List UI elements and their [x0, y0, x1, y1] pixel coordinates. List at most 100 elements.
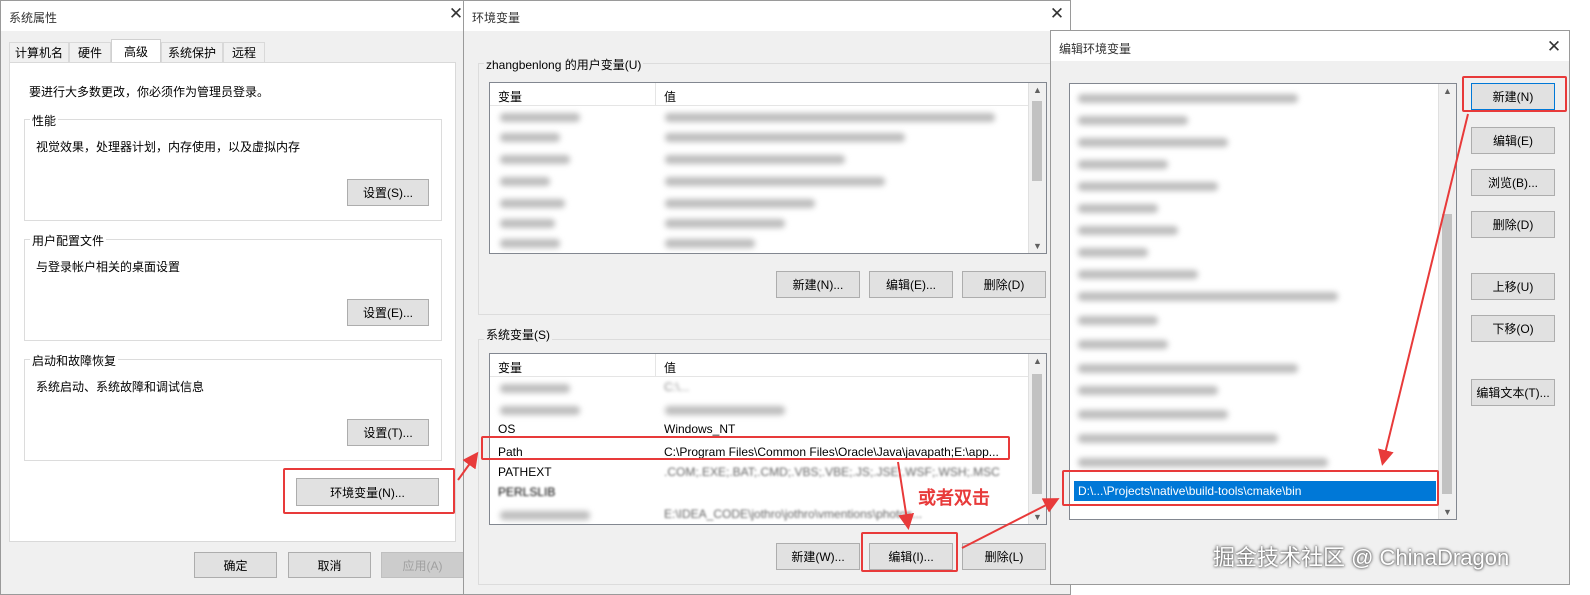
button-label: 应用(A) [402, 558, 443, 573]
annotation-box-new-path [1062, 470, 1439, 506]
scroll-thumb[interactable] [1442, 214, 1452, 494]
user-new-button[interactable]: 新建(N)... [776, 271, 860, 298]
apply-button: 应用(A) [381, 552, 464, 578]
watermark: 掘金技术社区 @ ChinaDragon [1213, 545, 1510, 570]
move-down-button[interactable]: 下移(O) [1471, 315, 1555, 342]
list-header: 变量 值 [490, 354, 1028, 377]
annotation-double-click: 或者双击 [918, 488, 990, 508]
user-variables-label: zhangbenlong 的用户变量(U) [484, 56, 644, 73]
tab-computer-name[interactable]: 计算机名 [9, 42, 69, 62]
tab-label: 高级 [123, 45, 148, 59]
startup-settings-button[interactable]: 设置(T)... [347, 419, 429, 446]
scroll-down-icon[interactable]: ▼ [1029, 512, 1046, 522]
list-header: 变量 值 [490, 83, 1028, 106]
button-label: 设置(E)... [363, 306, 413, 320]
button-label: 新建(W)... [791, 550, 845, 564]
admin-note: 要进行大多数更改，你必须作为管理员登录。 [29, 85, 270, 99]
blurred-row [500, 177, 550, 186]
scroll-down-icon[interactable]: ▼ [1439, 507, 1456, 517]
blurred-row [1078, 316, 1158, 325]
tab-hardware[interactable]: 硬件 [69, 42, 111, 62]
performance-settings-button[interactable]: 设置(S)... [347, 179, 429, 206]
column-value[interactable]: 值 [664, 359, 676, 376]
window-title: 环境变量 [472, 11, 521, 25]
user-delete-button[interactable]: 删除(D) [962, 271, 1046, 298]
blurred-row [665, 113, 995, 122]
blurred-row [1078, 364, 1298, 373]
table-cell-value: Windows_NT [664, 422, 736, 436]
blurred-row [1078, 226, 1178, 235]
column-value[interactable]: 值 [664, 88, 676, 105]
tab-system-protection[interactable]: 系统保护 [161, 42, 223, 62]
blurred-row [1078, 94, 1298, 103]
button-label: 取消 [317, 558, 342, 573]
window-title: 系统属性 [9, 11, 58, 25]
column-variable[interactable]: 变量 [498, 359, 522, 376]
scroll-up-icon[interactable]: ▲ [1439, 86, 1456, 96]
tab-label: 硬件 [77, 46, 102, 60]
blurred-row [1078, 248, 1148, 257]
blurred-row [665, 155, 845, 164]
blurred-row [500, 511, 590, 520]
user-edit-button[interactable]: 编辑(E)... [869, 271, 953, 298]
annotation-box-env-button [283, 468, 455, 514]
column-variable[interactable]: 变量 [498, 88, 522, 105]
tab-advanced[interactable]: 高级 [111, 39, 161, 63]
user-profile-settings-button[interactable]: 设置(E)... [347, 299, 429, 326]
scroll-down-icon[interactable]: ▼ [1029, 241, 1046, 251]
button-label: 删除(L) [984, 550, 1024, 564]
blurred-row [1078, 204, 1158, 213]
system-new-button[interactable]: 新建(W)... [776, 543, 860, 570]
blurred-row [500, 155, 570, 164]
button-label: 编辑(E)... [886, 278, 936, 292]
blurred-row [1078, 292, 1338, 301]
ok-button[interactable]: 确定 [194, 552, 277, 578]
table-cell-variable: OS [498, 422, 516, 436]
user-variables-list[interactable]: 变量 值 ▲ ▼ [489, 82, 1047, 254]
blurred-row [500, 199, 565, 208]
edit-text-button[interactable]: 编辑文本(T)... [1471, 379, 1555, 406]
blurred-row [665, 219, 785, 228]
table-cell-variable: PERLSLIB [498, 485, 556, 499]
annotation-box-path-row [481, 436, 1010, 460]
blurred-row [1078, 434, 1278, 443]
button-label: 删除(D) [1492, 218, 1534, 232]
scroll-thumb[interactable] [1032, 101, 1042, 181]
vertical-scrollbar[interactable]: ▲ ▼ [1028, 354, 1046, 524]
blurred-row [1078, 410, 1228, 419]
titlebar: 编辑环境变量 ✕ [1051, 31, 1569, 61]
button-label: 编辑(E) [1493, 134, 1533, 148]
blurred-row [500, 133, 560, 142]
blurred-row [665, 406, 785, 415]
vertical-scrollbar[interactable]: ▲ ▼ [1028, 83, 1046, 253]
close-icon[interactable]: ✕ [1546, 38, 1562, 55]
system-delete-button[interactable]: 删除(L) [962, 543, 1046, 570]
table-cell-value: E:\IDEA_CODE\jothro\jothro\vmentions\pho… [664, 507, 923, 521]
close-icon[interactable]: ✕ [1049, 5, 1065, 22]
scroll-up-icon[interactable]: ▲ [1029, 85, 1046, 95]
titlebar: 环境变量 ✕ [464, 1, 1070, 31]
vertical-scrollbar[interactable]: ▲ ▼ [1438, 84, 1456, 519]
browse-button[interactable]: 浏览(B)... [1471, 169, 1555, 196]
scroll-up-icon[interactable]: ▲ [1029, 356, 1046, 366]
blurred-row [1078, 182, 1218, 191]
cancel-button[interactable]: 取消 [288, 552, 371, 578]
move-up-button[interactable]: 上移(U) [1471, 273, 1555, 300]
header-separator [655, 83, 656, 105]
button-label: 新建(N)... [792, 278, 844, 292]
scroll-thumb[interactable] [1032, 374, 1042, 494]
blurred-row [665, 199, 815, 208]
blurred-row [1078, 458, 1328, 467]
delete-entry-button[interactable]: 删除(D) [1471, 211, 1555, 238]
tab-remote[interactable]: 远程 [223, 42, 265, 62]
button-label: 确定 [223, 558, 248, 573]
button-label: 删除(D) [983, 278, 1025, 292]
close-icon[interactable]: ✕ [448, 5, 464, 22]
blurred-row [1078, 116, 1188, 125]
performance-label: 性能 [30, 112, 59, 129]
path-entries-list[interactable]: D:\...\Projects\native\build-tools\cmake… [1069, 83, 1457, 520]
edit-entry-button[interactable]: 编辑(E) [1471, 127, 1555, 154]
blurred-row [665, 239, 755, 248]
blurred-row [1078, 386, 1218, 395]
button-label: 上移(U) [1492, 280, 1534, 294]
